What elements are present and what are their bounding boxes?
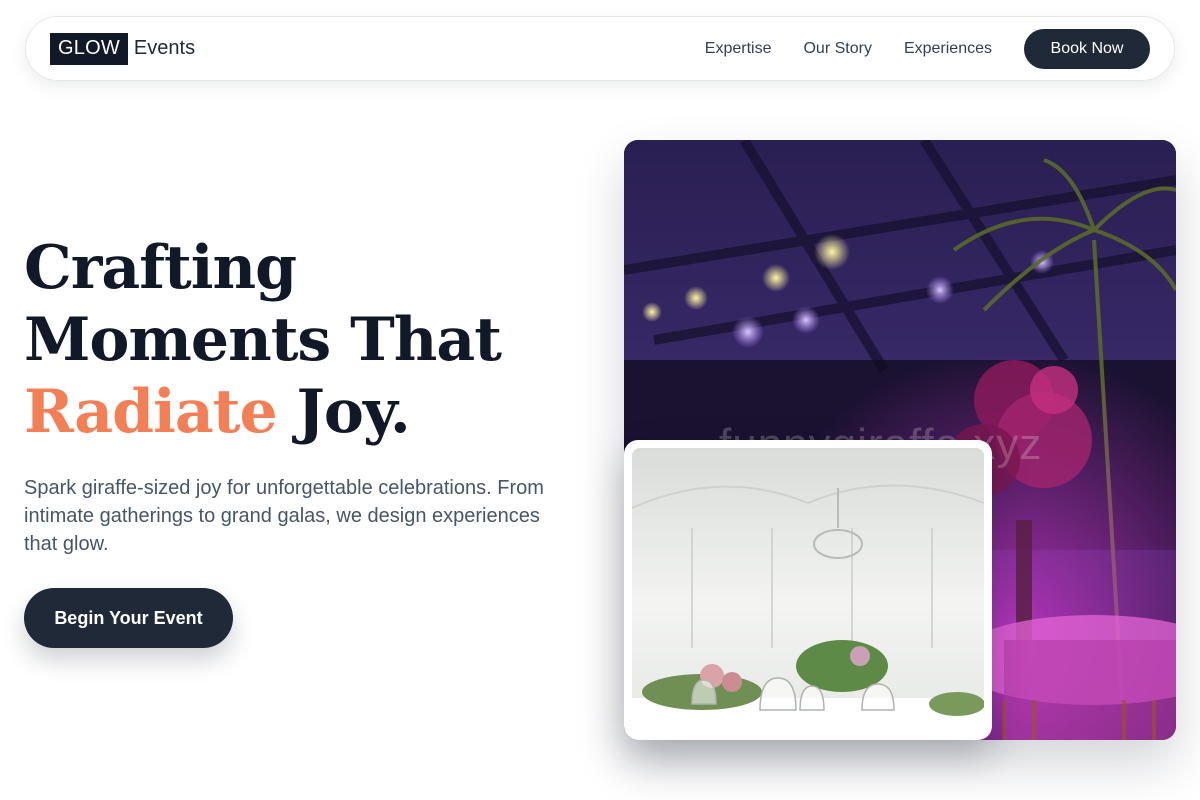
- brand-box: GLOW: [50, 32, 128, 65]
- nav-links: Expertise Our Story Experiences Book Now: [705, 28, 1150, 69]
- book-now-button[interactable]: Book Now: [1024, 28, 1150, 69]
- nav-link-experiences[interactable]: Experiences: [904, 40, 992, 58]
- begin-event-button[interactable]: Begin Your Event: [24, 588, 233, 648]
- table-photo-card: [624, 440, 992, 740]
- headline-line-3-end: Joy.: [276, 377, 411, 447]
- headline-line-2: Moments That: [24, 305, 502, 375]
- headline-line-1: Crafting: [24, 233, 297, 303]
- brand-text: Events: [133, 37, 196, 59]
- headline-accent: Radiate: [24, 377, 278, 447]
- table-photo: [632, 448, 984, 732]
- nav-link-expertise[interactable]: Expertise: [705, 40, 772, 58]
- hero-subtext: Spark giraffe-sized joy for unforgettabl…: [24, 477, 544, 555]
- hero-headline: Crafting Moments That Radiate Joy.: [24, 232, 584, 448]
- page: GLOW Events Expertise Our Story Experien…: [0, 0, 1200, 800]
- nav-link-our-story[interactable]: Our Story: [803, 40, 871, 58]
- brand-logo[interactable]: GLOW Events: [50, 32, 196, 65]
- table-photo-illustration: [632, 448, 984, 732]
- top-navbar: GLOW Events Expertise Our Story Experien…: [25, 16, 1175, 81]
